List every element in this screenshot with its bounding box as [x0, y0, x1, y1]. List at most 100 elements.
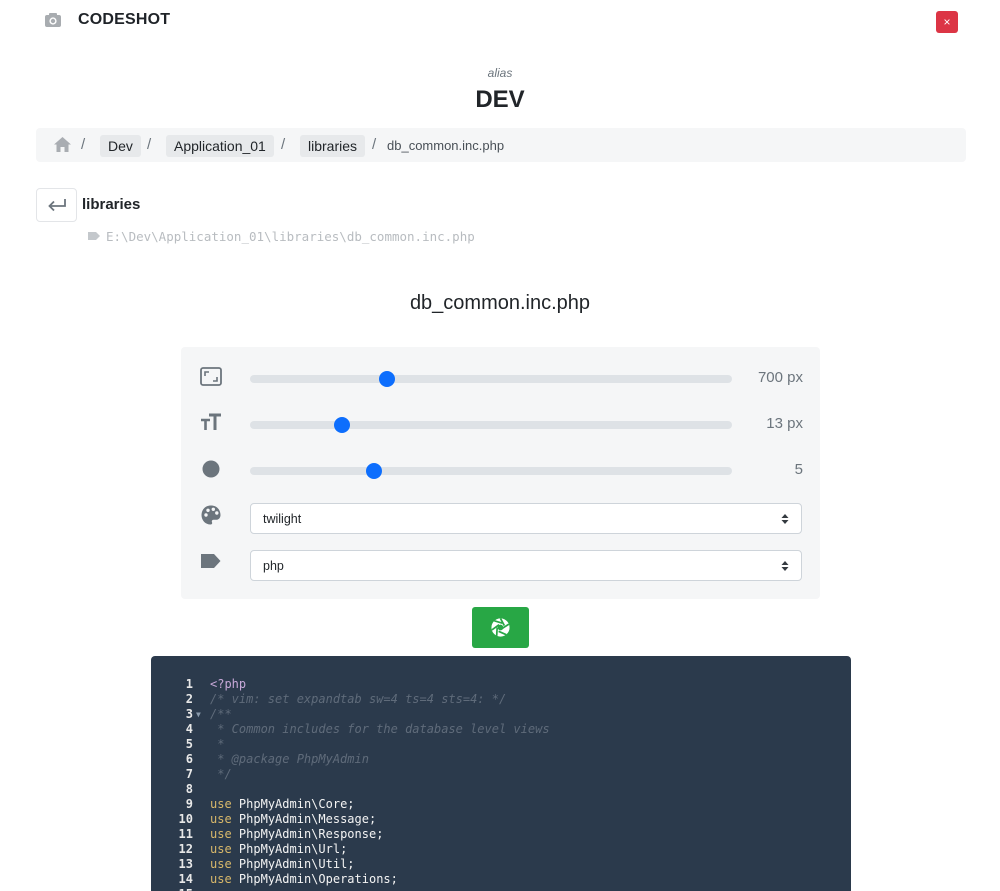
home-icon[interactable]	[53, 136, 72, 153]
code-line: 1 <?php	[151, 677, 851, 692]
code-segment: <?php	[210, 677, 247, 691]
line-number: 6	[185, 752, 193, 766]
code-line: 15	[151, 887, 851, 891]
file-path: E:\Dev\Application_01\libraries\db_commo…	[106, 229, 475, 244]
breadcrumb-separator: /	[281, 136, 286, 153]
tag-icon	[201, 554, 221, 568]
breadcrumb-current: db_common.inc.php	[387, 138, 505, 153]
theme-select-value: twilight	[263, 512, 302, 526]
code-namespace: PhpMyAdmin\Url;	[238, 842, 348, 856]
line-number: 2	[185, 692, 193, 706]
code-text: use PhpMyAdmin\Message;	[210, 812, 376, 827]
alias-label: alias	[487, 66, 513, 80]
language-select[interactable]: php	[250, 550, 802, 581]
code-text: use PhpMyAdmin\Core;	[210, 797, 355, 812]
code-line: 3 ▼ /**	[151, 707, 851, 722]
code-text: use PhpMyAdmin\Url;	[210, 842, 347, 857]
camera-icon	[45, 13, 61, 27]
breadcrumb-separator: /	[372, 136, 377, 153]
code-text: use PhpMyAdmin\Response;	[210, 827, 383, 842]
settings-panel: 700 px 13 px 5 twilight php	[181, 347, 820, 599]
line-number: 4	[185, 722, 193, 736]
line-number: 1	[185, 677, 193, 691]
code-text: *	[210, 737, 224, 752]
close-button[interactable]: ×	[936, 11, 958, 33]
font-size-slider-thumb[interactable]	[333, 417, 350, 433]
code-namespace: PhpMyAdmin\Message;	[238, 812, 377, 826]
line-number: 3	[185, 707, 193, 721]
palette-icon	[201, 505, 221, 525]
code-line: 9 use PhpMyAdmin\Core;	[151, 797, 851, 812]
line-number: 10	[178, 812, 193, 826]
width-slider-thumb[interactable]	[379, 371, 396, 387]
tag-icon	[88, 232, 100, 240]
breadcrumb-separator: /	[81, 136, 86, 153]
code-namespace: PhpMyAdmin\Operations;	[238, 872, 398, 886]
font-size-slider[interactable]	[250, 417, 732, 433]
select-caret-icon	[781, 561, 789, 571]
code-namespace: PhpMyAdmin\Util;	[238, 857, 355, 871]
font-size-value: 13 px	[766, 415, 803, 432]
top-bar: CODESHOT ×	[0, 0, 1000, 44]
code-segment: /**	[210, 707, 232, 721]
code-line: 10 use PhpMyAdmin\Message;	[151, 812, 851, 827]
code-line: 4 * Common includes for the database lev…	[151, 722, 851, 737]
app-title: CODESHOT	[78, 11, 171, 28]
code-line: 7 */	[151, 767, 851, 782]
code-segment: /* vim: set expandtab sw=4 ts=4 sts=4: *…	[210, 692, 507, 706]
breadcrumb-item-application[interactable]: Application_01	[166, 135, 274, 157]
code-line: 2 /* vim: set expandtab sw=4 ts=4 sts=4: …	[151, 692, 851, 707]
line-number: 7	[185, 767, 193, 781]
code-line: 5 *	[151, 737, 851, 752]
code-preview: 1 <?php 2 /* vim: set expandtab sw=4 ts=4 s…	[151, 656, 851, 891]
code-line: 12 use PhpMyAdmin\Url;	[151, 842, 851, 857]
breadcrumb: / Dev / Application_01 / libraries / db_…	[36, 128, 966, 162]
fold-arrow-icon[interactable]: ▼	[196, 707, 201, 722]
back-button[interactable]	[36, 188, 77, 222]
breadcrumb-item-dev[interactable]: Dev	[100, 135, 141, 157]
code-segment: */	[210, 767, 232, 781]
width-value: 700 px	[757, 369, 803, 386]
code-namespace: PhpMyAdmin\Core;	[238, 797, 355, 811]
padding-slider-thumb[interactable]	[366, 463, 383, 479]
code-text: */	[210, 767, 232, 782]
code-namespace: PhpMyAdmin\Response;	[238, 827, 384, 841]
code-keyword: use	[210, 872, 232, 886]
code-line: 13 use PhpMyAdmin\Util;	[151, 857, 851, 872]
line-number: 9	[185, 797, 193, 811]
padding-slider[interactable]	[250, 463, 732, 479]
code-keyword: use	[210, 827, 232, 841]
line-number: 14	[178, 872, 193, 886]
code-text: * @package PhpMyAdmin	[210, 752, 369, 767]
text-size-icon	[201, 413, 221, 430]
code-keyword: use	[210, 812, 232, 826]
code-keyword: use	[210, 857, 232, 871]
theme-select[interactable]: twilight	[250, 503, 802, 534]
folder-name: libraries	[82, 196, 141, 213]
code-keyword: use	[210, 797, 232, 811]
language-select-value: php	[263, 559, 284, 573]
code-text: <?php	[210, 677, 246, 692]
line-number: 11	[178, 827, 193, 841]
line-number: 13	[178, 857, 193, 871]
breadcrumb-separator: /	[147, 136, 152, 153]
code-text: * Common includes for the database level…	[210, 722, 549, 737]
padding-value: 5	[794, 461, 803, 478]
code-text: use PhpMyAdmin\Util;	[210, 857, 355, 872]
code-text: use PhpMyAdmin\Operations;	[210, 872, 398, 887]
width-slider[interactable]	[250, 371, 732, 387]
line-number: 15	[169, 887, 193, 891]
alias-value: DEV	[475, 86, 525, 113]
code-keyword: use	[210, 842, 232, 856]
code-segment: * @package PhpMyAdmin	[210, 752, 369, 766]
select-caret-icon	[781, 514, 789, 524]
code-text: /* vim: set expandtab sw=4 ts=4 sts=4: *…	[210, 692, 506, 707]
back-arrow-icon	[48, 199, 66, 212]
capture-button[interactable]	[472, 607, 529, 648]
line-number: 8	[185, 782, 193, 796]
breadcrumb-item-libraries[interactable]: libraries	[300, 135, 366, 157]
expand-icon	[200, 367, 222, 386]
code-line: 14 use PhpMyAdmin\Operations;	[151, 872, 851, 887]
circle-icon	[202, 460, 220, 478]
file-title: db_common.inc.php	[409, 292, 591, 314]
